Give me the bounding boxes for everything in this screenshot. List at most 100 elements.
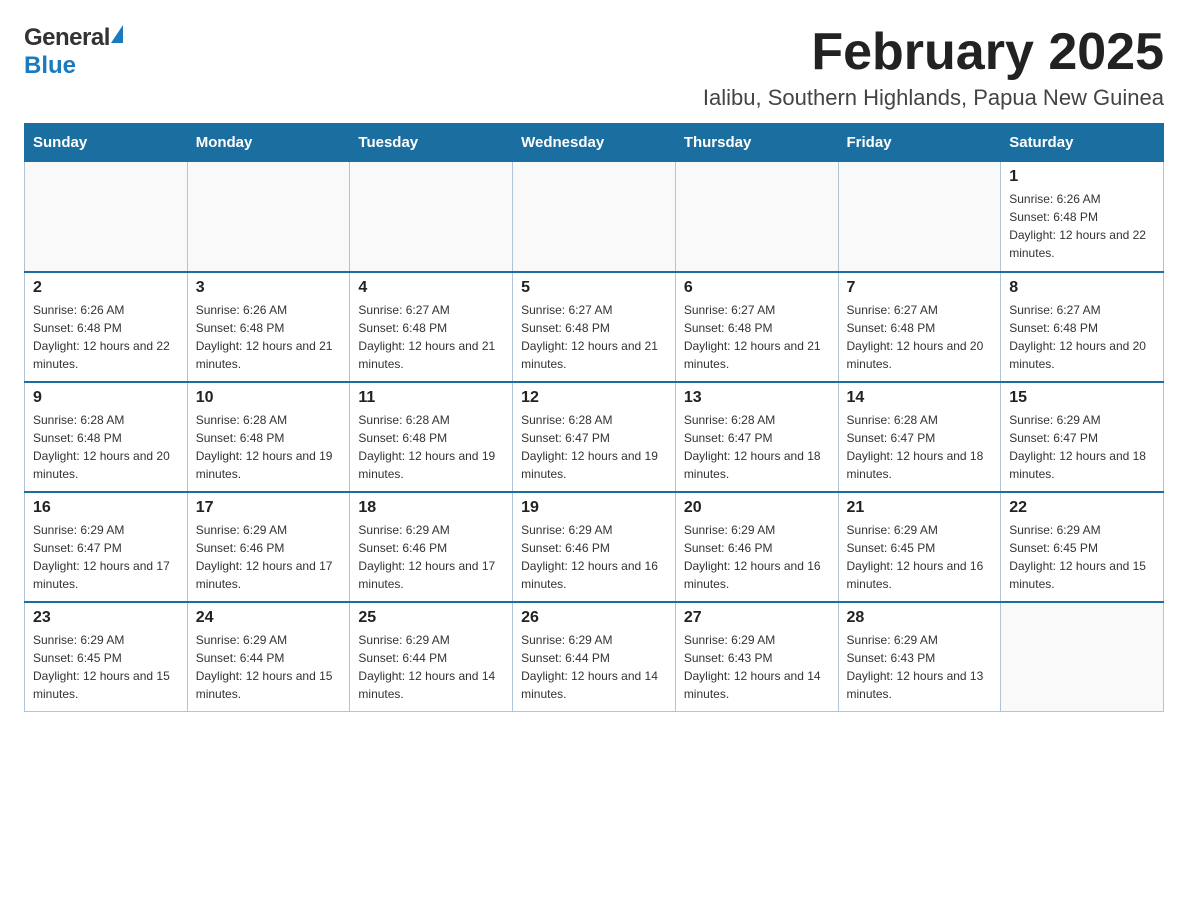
calendar-cell: 16 Sunrise: 6:29 AMSunset: 6:47 PMDayligh…: [25, 492, 188, 602]
day-info: Sunrise: 6:27 AMSunset: 6:48 PMDaylight:…: [684, 301, 830, 373]
calendar-cell: 24Sunrise: 6:29 AMSunset: 6:44 PMDayligh…: [187, 602, 350, 712]
calendar-cell: [187, 162, 350, 272]
day-info: Sunrise: 6:29 AMSunset: 6:45 PMDaylight:…: [1009, 521, 1155, 593]
calendar-cell: 25 Sunrise: 6:29 AMSunset: 6:44 PMDayligh…: [350, 602, 513, 712]
day-info: Sunrise: 6:29 AMSunset: 6:44 PMDaylight:…: [358, 631, 504, 703]
calendar-cell: 27 Sunrise: 6:29 AMSunset: 6:43 PMDayligh…: [675, 602, 838, 712]
day-info: Sunrise: 6:29 AMSunset: 6:47 PMDaylight:…: [33, 521, 179, 593]
calendar-cell: 20 Sunrise: 6:29 AMSunset: 6:46 PMDayligh…: [675, 492, 838, 602]
calendar-cell: 9Sunrise: 6:28 AMSunset: 6:48 PMDaylight…: [25, 382, 188, 492]
day-header-saturday: Saturday: [1001, 124, 1164, 162]
day-header-tuesday: Tuesday: [350, 124, 513, 162]
calendar-cell: 19 Sunrise: 6:29 AMSunset: 6:46 PMDayligh…: [513, 492, 676, 602]
day-header-friday: Friday: [838, 124, 1001, 162]
calendar-cell: [675, 162, 838, 272]
week-row-5: 23 Sunrise: 6:29 AMSunset: 6:45 PMDayligh…: [25, 602, 1164, 712]
day-number: 19: [521, 499, 667, 517]
day-number: 14: [847, 389, 993, 407]
day-info: Sunrise: 6:29 AMSunset: 6:43 PMDaylight:…: [684, 631, 830, 703]
day-number: 16: [33, 499, 179, 517]
calendar-cell: 10 Sunrise: 6:28 AMSunset: 6:48 PMDayligh…: [187, 382, 350, 492]
calendar-cell: [25, 162, 188, 272]
week-row-4: 16 Sunrise: 6:29 AMSunset: 6:47 PMDayligh…: [25, 492, 1164, 602]
logo-blue-text: Blue: [24, 52, 76, 79]
day-number: 4: [358, 279, 504, 297]
day-number: 13: [684, 389, 830, 407]
day-info: Sunrise: 6:29 AMSunset: 6:45 PMDaylight:…: [847, 521, 993, 593]
day-number: 5: [521, 279, 667, 297]
day-number: 23: [33, 609, 179, 627]
day-info: Sunrise: 6:29 AMSunset: 6:46 PMDaylight:…: [521, 521, 667, 593]
day-info: Sunrise: 6:26 AMSunset: 6:48 PMDaylight:…: [196, 301, 342, 373]
day-info: Sunrise: 6:28 AMSunset: 6:47 PMDaylight:…: [684, 411, 830, 483]
logo-general-text: General: [24, 24, 110, 52]
month-title: February 2025: [703, 24, 1164, 81]
week-row-3: 9 Sunrise: 6:28 AMSunset: 6:48 PMDaylight…: [25, 382, 1164, 492]
day-info: Sunrise: 6:27 AMSunset: 6:48 PMDaylight:…: [521, 301, 667, 373]
day-info: Sunrise: 6:28 AMSunset: 6:48 PMDaylight:…: [358, 411, 504, 483]
page-header: General Blue February 2025 Ialibu, South…: [24, 24, 1164, 111]
day-number: 15: [1009, 389, 1155, 407]
day-info: Sunrise: 6:26 AMSunset: 6:48 PMDaylight:…: [1009, 190, 1155, 262]
calendar-cell: 21Sunrise: 6:29 AMSunset: 6:45 PMDayligh…: [838, 492, 1001, 602]
calendar-cell: 6 Sunrise: 6:27 AMSunset: 6:48 PMDaylight…: [675, 272, 838, 382]
calendar-cell: 1Sunrise: 6:26 AMSunset: 6:48 PMDaylight…: [1001, 162, 1164, 272]
day-number: 28: [847, 609, 993, 627]
calendar-cell: 28 Sunrise: 6:29 AMSunset: 6:43 PMDayligh…: [838, 602, 1001, 712]
calendar-cell: [350, 162, 513, 272]
day-info: Sunrise: 6:28 AMSunset: 6:48 PMDaylight:…: [196, 411, 342, 483]
calendar-table: SundayMondayTuesdayWednesdayThursdayFrid…: [24, 123, 1164, 712]
calendar-cell: 13 Sunrise: 6:28 AMSunset: 6:47 PMDayligh…: [675, 382, 838, 492]
day-info: Sunrise: 6:29 AMSunset: 6:44 PMDaylight:…: [196, 631, 342, 703]
week-row-2: 2 Sunrise: 6:26 AMSunset: 6:48 PMDaylight…: [25, 272, 1164, 382]
day-number: 9: [33, 389, 179, 407]
logo-arrow-icon: [111, 25, 123, 43]
day-number: 6: [684, 279, 830, 297]
day-info: Sunrise: 6:27 AMSunset: 6:48 PMDaylight:…: [847, 301, 993, 373]
calendar-cell: 17Sunrise: 6:29 AMSunset: 6:46 PMDayligh…: [187, 492, 350, 602]
day-number: 17: [196, 499, 342, 517]
day-info: Sunrise: 6:28 AMSunset: 6:47 PMDaylight:…: [847, 411, 993, 483]
calendar-cell: 18 Sunrise: 6:29 AMSunset: 6:46 PMDayligh…: [350, 492, 513, 602]
day-number: 26: [521, 609, 667, 627]
day-number: 10: [196, 389, 342, 407]
day-number: 12: [521, 389, 667, 407]
calendar-cell: 22Sunrise: 6:29 AMSunset: 6:45 PMDayligh…: [1001, 492, 1164, 602]
day-number: 8: [1009, 279, 1155, 297]
day-info: Sunrise: 6:26 AMSunset: 6:48 PMDaylight:…: [33, 301, 179, 373]
day-header-sunday: Sunday: [25, 124, 188, 162]
day-number: 27: [684, 609, 830, 627]
calendar-cell: 15 Sunrise: 6:29 AMSunset: 6:47 PMDayligh…: [1001, 382, 1164, 492]
day-number: 11: [358, 389, 504, 407]
calendar-cell: 11 Sunrise: 6:28 AMSunset: 6:48 PMDayligh…: [350, 382, 513, 492]
calendar-cell: 8 Sunrise: 6:27 AMSunset: 6:48 PMDaylight…: [1001, 272, 1164, 382]
day-number: 2: [33, 279, 179, 297]
calendar-cell: 5 Sunrise: 6:27 AMSunset: 6:48 PMDaylight…: [513, 272, 676, 382]
day-info: Sunrise: 6:29 AMSunset: 6:47 PMDaylight:…: [1009, 411, 1155, 483]
day-info: Sunrise: 6:27 AMSunset: 6:48 PMDaylight:…: [358, 301, 504, 373]
calendar-cell: 14 Sunrise: 6:28 AMSunset: 6:47 PMDayligh…: [838, 382, 1001, 492]
day-number: 18: [358, 499, 504, 517]
calendar-cell: 4 Sunrise: 6:27 AMSunset: 6:48 PMDaylight…: [350, 272, 513, 382]
location-title: Ialibu, Southern Highlands, Papua New Gu…: [703, 85, 1164, 111]
calendar-cell: 23 Sunrise: 6:29 AMSunset: 6:45 PMDayligh…: [25, 602, 188, 712]
calendar-cell: 2 Sunrise: 6:26 AMSunset: 6:48 PMDaylight…: [25, 272, 188, 382]
day-info: Sunrise: 6:29 AMSunset: 6:46 PMDaylight:…: [684, 521, 830, 593]
calendar-cell: 7 Sunrise: 6:27 AMSunset: 6:48 PMDaylight…: [838, 272, 1001, 382]
day-header-thursday: Thursday: [675, 124, 838, 162]
day-header-monday: Monday: [187, 124, 350, 162]
day-info: Sunrise: 6:29 AMSunset: 6:46 PMDaylight:…: [358, 521, 504, 593]
week-row-1: 1Sunrise: 6:26 AMSunset: 6:48 PMDaylight…: [25, 162, 1164, 272]
calendar-header-row: SundayMondayTuesdayWednesdayThursdayFrid…: [25, 124, 1164, 162]
day-number: 7: [847, 279, 993, 297]
day-info: Sunrise: 6:27 AMSunset: 6:48 PMDaylight:…: [1009, 301, 1155, 373]
day-number: 25: [358, 609, 504, 627]
calendar-cell: [1001, 602, 1164, 712]
calendar-cell: 12Sunrise: 6:28 AMSunset: 6:47 PMDayligh…: [513, 382, 676, 492]
day-header-wednesday: Wednesday: [513, 124, 676, 162]
day-info: Sunrise: 6:29 AMSunset: 6:45 PMDaylight:…: [33, 631, 179, 703]
calendar-cell: 26Sunrise: 6:29 AMSunset: 6:44 PMDayligh…: [513, 602, 676, 712]
title-section: February 2025 Ialibu, Southern Highlands…: [703, 24, 1164, 111]
day-info: Sunrise: 6:29 AMSunset: 6:43 PMDaylight:…: [847, 631, 993, 703]
day-number: 20: [684, 499, 830, 517]
